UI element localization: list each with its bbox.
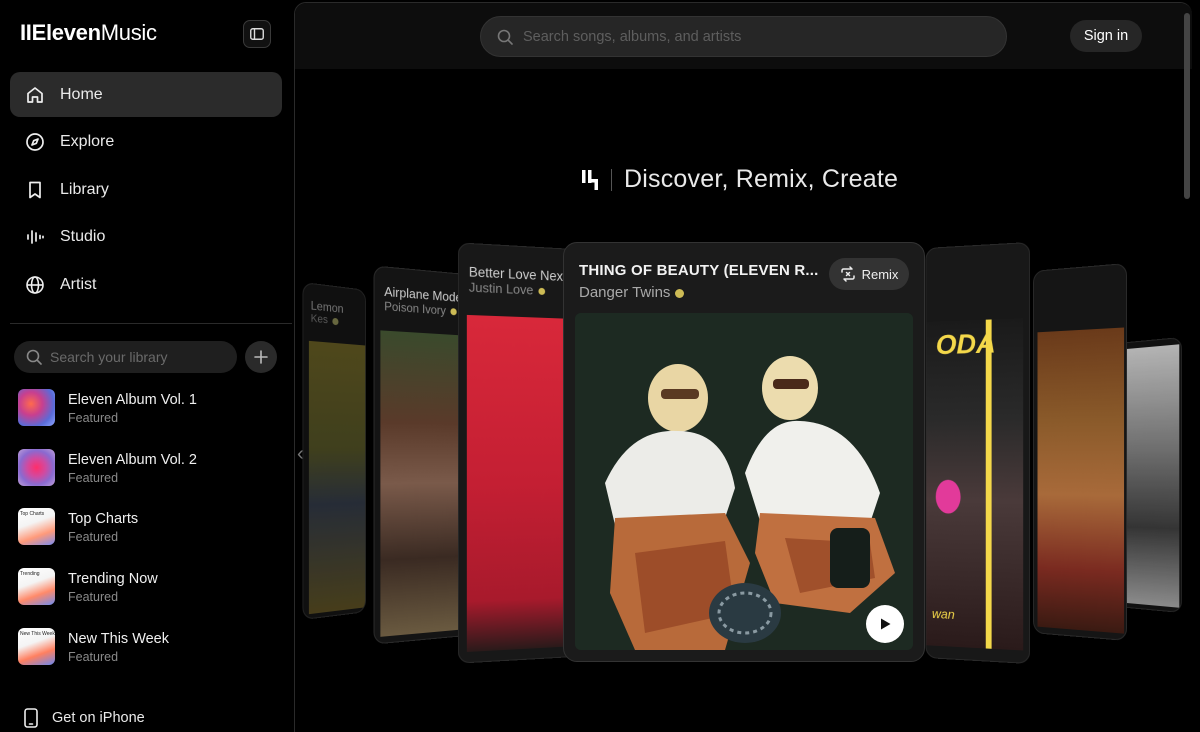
album-cover [380, 330, 470, 637]
main-content: Search songs, albums, and artists Sign i… [294, 2, 1192, 732]
global-search-input[interactable]: Search songs, albums, and artists [480, 16, 1007, 57]
nav-item-home[interactable]: Home [10, 72, 282, 117]
nav-item-studio[interactable]: Studio [10, 215, 282, 260]
nav-item-library[interactable]: Library [10, 167, 282, 212]
nav-label: Home [60, 85, 103, 103]
playlist-thumbnail: Trending [18, 568, 55, 606]
verified-badge-icon [450, 308, 457, 316]
library-item-title: Eleven Album Vol. 2 [68, 451, 197, 468]
compass-icon [24, 131, 46, 153]
hero-tagline: Discover, Remix, Create [624, 165, 899, 193]
globe-icon [24, 274, 46, 296]
sidebar-divider [10, 323, 292, 324]
carousel-card-left-2[interactable]: Airplane Mode Poison Ivory [373, 265, 471, 645]
eleven-logo-icon [582, 169, 598, 190]
get-on-iphone-link[interactable]: Get on iPhone [24, 708, 145, 728]
hero-header: Discover, Remix, Create [581, 165, 898, 194]
nav-label: Studio [60, 228, 106, 245]
featured-track-artist[interactable]: Danger Twins [579, 284, 685, 301]
album-cover [308, 340, 367, 615]
thumbnail-caption: New This Week [20, 630, 55, 637]
album-thumbnail [18, 448, 55, 486]
sidebar: IIElevenMusic Home Explore Library Studi… [0, 0, 294, 732]
carousel-card-right-2[interactable] [1032, 262, 1128, 642]
remix-label: Remix [861, 266, 899, 282]
main-scrollbar[interactable] [1184, 13, 1190, 199]
thumbnail-caption: Top Charts [20, 511, 45, 518]
library-item-title: Top Charts [68, 511, 139, 528]
library-item-subtitle: Featured [68, 470, 119, 485]
nav-item-explore[interactable]: Explore [10, 120, 282, 165]
plus-icon [254, 350, 268, 364]
featured-track-title: THING OF BEAUTY (ELEVEN R... [579, 262, 819, 279]
cover-text: ODA [935, 327, 996, 361]
album-cover [1037, 327, 1125, 634]
library-list: Eleven Album Vol. 1 Featured Eleven Album… [18, 389, 288, 687]
app-logo[interactable]: IIElevenMusic [20, 20, 157, 46]
library-item[interactable]: Eleven Album Vol. 2 Featured [18, 448, 288, 509]
carousel-card-far-right[interactable] [1117, 336, 1183, 614]
play-button[interactable] [866, 605, 904, 643]
library-search-input[interactable]: Search your library [14, 341, 237, 373]
collapse-sidebar-button[interactable] [243, 20, 271, 48]
carousel-prev-arrow[interactable]: ‹ [297, 443, 304, 466]
library-item-subtitle: Featured [68, 530, 119, 545]
nav-label: Explore [60, 133, 115, 150]
remix-icon [840, 266, 855, 282]
hero-separator [611, 168, 612, 191]
library-item-subtitle: Featured [68, 411, 119, 425]
get-on-iphone-label: Get on iPhone [52, 710, 145, 726]
playlist-thumbnail: Top Charts [18, 508, 55, 546]
remix-button[interactable]: Remix [829, 258, 909, 290]
library-item-title: Trending Now [68, 571, 158, 588]
library-item-title: New This Week [68, 630, 169, 647]
library-item[interactable]: New This Week New This Week Featured [18, 627, 288, 688]
play-icon [881, 618, 891, 630]
library-item-subtitle: Featured [68, 590, 119, 605]
waveform-icon [24, 226, 46, 248]
search-icon [497, 29, 513, 45]
sidebar-toggle-icon [250, 28, 264, 40]
verified-badge-icon [332, 317, 339, 325]
cover-stripe [985, 319, 992, 649]
bookmark-icon [24, 179, 46, 201]
global-search-placeholder: Search songs, albums, and artists [523, 28, 742, 45]
sign-in-button[interactable]: Sign in [1070, 20, 1142, 52]
album-cover [1121, 344, 1180, 608]
logo-light-text: Music [100, 20, 157, 45]
album-cover: ODA wan [926, 318, 1024, 651]
home-icon [24, 84, 46, 106]
library-item[interactable]: Trending Trending Now Featured [18, 568, 288, 628]
cover-script: wan [931, 606, 955, 622]
carousel-card-right-1[interactable]: ODA wan [925, 241, 1031, 665]
add-to-library-button[interactable] [245, 341, 277, 373]
logo-bold-text: Eleven [31, 20, 101, 45]
nav-item-artist[interactable]: Artist [10, 262, 282, 307]
verified-badge-icon [538, 287, 545, 296]
library-item-subtitle: Featured [68, 649, 119, 664]
cover-mascot [935, 479, 961, 514]
featured-track-card[interactable]: THING OF BEAUTY (ELEVEN R... Danger Twin… [563, 242, 925, 662]
thumbnail-caption: Trending [20, 571, 40, 578]
library-item-title: Eleven Album Vol. 1 [68, 392, 197, 408]
nav-label: Artist [60, 275, 97, 293]
main-nav: Home Explore Library Studio Artist [10, 72, 282, 310]
album-thumbnail [18, 389, 55, 426]
library-item[interactable]: Eleven Album Vol. 1 Featured [18, 389, 288, 449]
library-item[interactable]: Top Charts Top Charts Featured [18, 508, 288, 568]
search-icon [26, 349, 42, 365]
playlist-thumbnail: New This Week [18, 627, 55, 665]
library-search-placeholder: Search your library [50, 349, 168, 365]
logo-bars: II [20, 20, 32, 45]
nav-label: Library [60, 180, 109, 198]
featured-album-art [575, 313, 913, 650]
top-bar: Search songs, albums, and artists Sign i… [295, 3, 1192, 69]
phone-icon [24, 708, 38, 728]
verified-badge-icon [675, 288, 685, 298]
album-art-illustration [575, 313, 913, 650]
carousel-card-far-left[interactable]: Lemon Kes [302, 281, 367, 621]
